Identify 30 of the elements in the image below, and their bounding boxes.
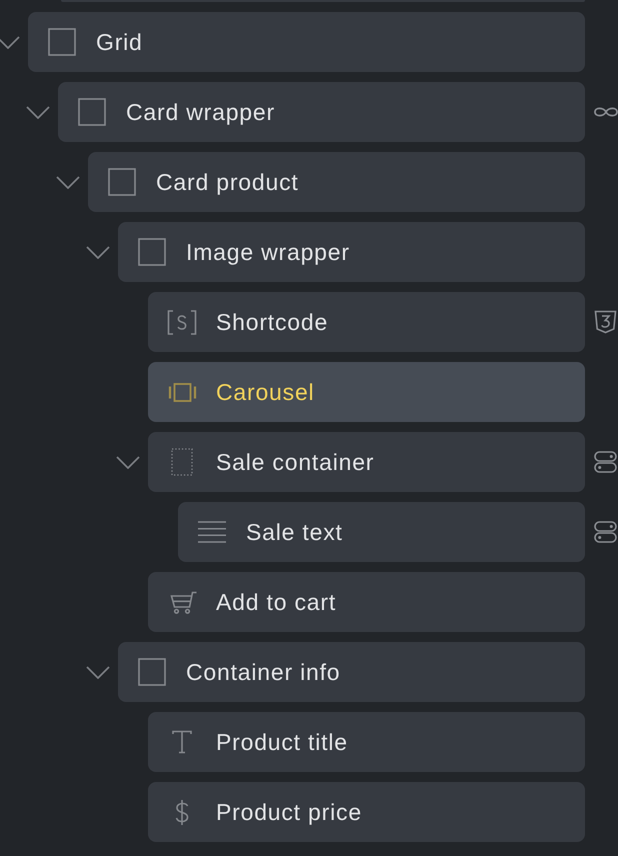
bracket-s-icon (167, 310, 197, 334)
tree-item[interactable]: Card product (88, 152, 585, 212)
dollar-icon (175, 798, 189, 826)
tree-item[interactable]: Card wrapper (58, 82, 585, 142)
lines-icon (198, 521, 226, 543)
tree-item[interactable]: Shortcode (148, 292, 585, 352)
dotted-rectangle-icon (171, 448, 193, 476)
letter-t-icon (172, 730, 192, 754)
square-icon (78, 98, 106, 126)
square-icon (48, 28, 76, 56)
tree-item[interactable]: Sale text (178, 502, 585, 562)
tree-item[interactable]: Grid (28, 12, 585, 72)
tree-item[interactable]: Container info (118, 642, 585, 702)
chevron-down-icon[interactable] (86, 666, 110, 678)
tree-item[interactable]: Product price (148, 782, 585, 842)
tree-item[interactable]: Add to cart (148, 572, 585, 632)
chevron-down-icon[interactable] (116, 456, 140, 468)
square-icon (108, 168, 136, 196)
tree-item[interactable]: Product title (148, 712, 585, 772)
cart-icon (168, 590, 196, 614)
tree-item[interactable]: Sale container (148, 432, 585, 492)
tree-item[interactable]: Image wrapper (118, 222, 585, 282)
chevron-down-icon[interactable] (0, 36, 20, 48)
carousel-icon (168, 382, 196, 402)
tree-item[interactable]: Carousel (148, 362, 585, 422)
chevron-down-icon[interactable] (56, 176, 80, 188)
chevron-down-icon[interactable] (86, 246, 110, 258)
square-icon (138, 658, 166, 686)
square-icon (138, 238, 166, 266)
chevron-down-icon[interactable] (26, 106, 50, 118)
